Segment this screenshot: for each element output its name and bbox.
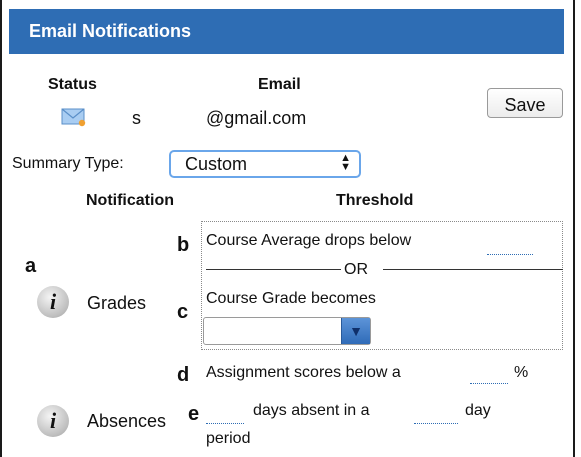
summary-type-label: Summary Type: xyxy=(12,155,124,172)
threshold-column-header: Threshold xyxy=(336,192,414,209)
assignment-percent-input[interactable] xyxy=(470,370,508,384)
status-column-header: Status xyxy=(48,76,97,93)
course-grade-text: Course Grade becomes xyxy=(206,290,376,307)
assignment-unit: % xyxy=(514,364,529,381)
or-divider-right xyxy=(383,269,563,270)
save-button[interactable]: Save xyxy=(487,88,563,118)
email-address: @gmail.com xyxy=(206,108,307,128)
updown-arrows-icon: ▲ ▼ xyxy=(340,152,351,173)
panel-header: Email Notifications xyxy=(9,9,564,54)
panel-title: Email Notifications xyxy=(29,21,192,41)
email-column-header: Email xyxy=(258,76,301,93)
absences-label: Absences xyxy=(87,411,167,431)
label-a: a xyxy=(25,255,37,277)
mail-icon[interactable] xyxy=(61,107,87,127)
summary-type-select[interactable]: Custom ▲ ▼ xyxy=(169,150,361,178)
label-c: c xyxy=(177,301,189,323)
or-text: OR xyxy=(344,261,368,278)
absences-text-2: day xyxy=(465,402,491,419)
absences-text-1: days absent in a xyxy=(253,402,370,419)
or-divider-left xyxy=(206,269,341,270)
dropdown-arrow-icon[interactable]: ▼ xyxy=(341,318,370,344)
absences-info-icon[interactable]: i xyxy=(37,405,69,437)
grades-info-icon[interactable]: i xyxy=(37,286,69,318)
course-grade-dropdown[interactable]: ▼ xyxy=(203,317,371,345)
grades-label: Grades xyxy=(87,293,147,313)
label-e: e xyxy=(188,403,200,425)
status-value: s xyxy=(132,108,141,128)
assignment-text: Assignment scores below a xyxy=(206,364,401,381)
course-average-input[interactable] xyxy=(487,240,533,255)
day-period-input[interactable] xyxy=(414,410,458,424)
notification-column-header: Notification xyxy=(86,192,174,209)
course-average-text: Course Average drops below xyxy=(206,232,412,249)
label-b: b xyxy=(177,234,190,256)
absences-text-3: period xyxy=(206,430,251,447)
summary-type-value: Custom xyxy=(185,154,248,174)
days-absent-input[interactable] xyxy=(206,410,244,424)
label-d: d xyxy=(177,364,190,386)
